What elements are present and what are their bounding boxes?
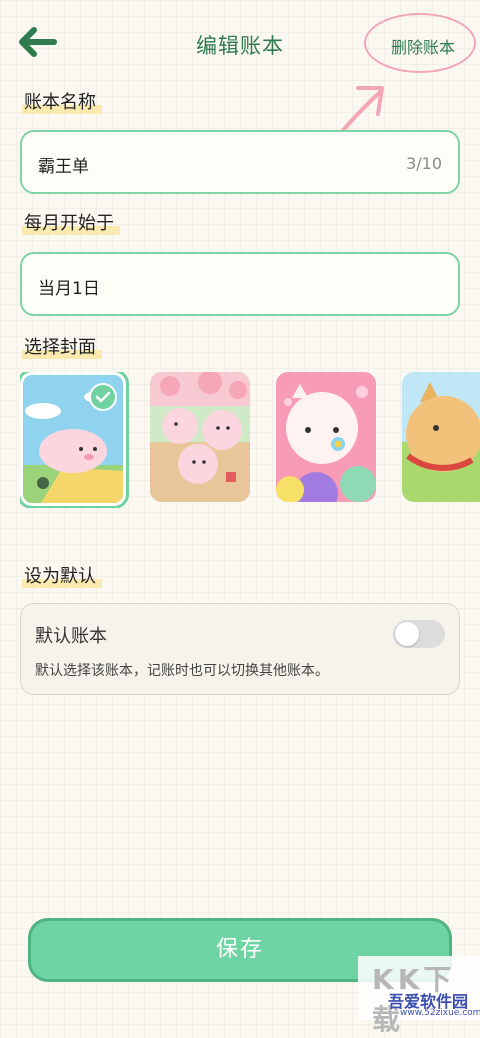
cover-item-baby[interactable] [276,372,376,502]
default-book-description: 默认选择该账本，记账时也可以切换其他账本。 [35,663,329,679]
watermark: KK下载 吾爱软件园 www.52zixue.com [358,956,480,1036]
selected-check-icon [89,383,117,411]
book-name-input[interactable]: 霸王单 3/10 [20,130,460,194]
watermark-url: www.52zixue.com [400,1008,480,1018]
cover-section-label: 选择封面 [22,337,102,359]
default-book-title: 默认账本 [35,626,107,647]
cover-item-pet[interactable] [402,372,480,502]
start-day-select[interactable]: 当月1日 [20,252,460,316]
toggle-knob [395,622,419,646]
default-book-toggle[interactable] [393,620,445,648]
cover-item-daily[interactable] [20,372,129,508]
cover-family-image [150,372,250,502]
delete-book-button[interactable]: 删除账本 [370,34,476,58]
cover-baby-image [276,372,376,502]
cover-pet-image [402,372,480,502]
book-name-value: 霸王单 [38,157,89,177]
cover-list[interactable]: 家庭 宝宝 宠物 日常 [20,372,480,508]
default-section-label: 设为默认 [22,566,102,588]
start-day-section-label: 每月开始于 [22,213,120,235]
default-book-card: 默认账本 默认选择该账本，记账时也可以切换其他账本。 [20,603,460,695]
cover-item-family[interactable] [150,372,250,502]
book-name-section-label: 账本名称 [22,92,102,114]
start-day-value: 当月1日 [38,279,100,299]
book-name-counter: 3/10 [406,154,442,173]
